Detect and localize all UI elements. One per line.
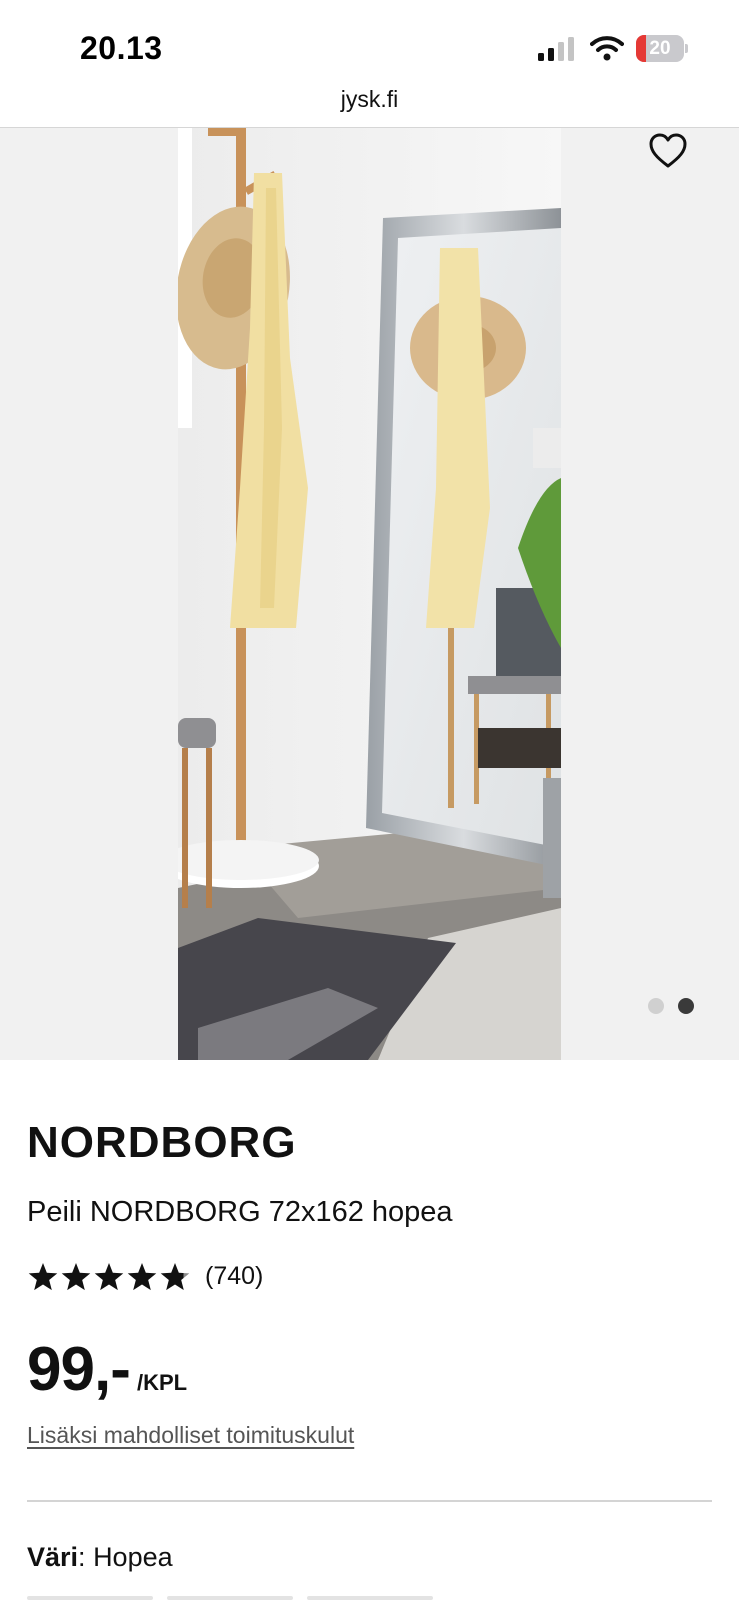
status-time: 20.13	[80, 30, 163, 66]
star-icon	[127, 1263, 157, 1291]
shipping-costs-link[interactable]: Lisäksi mahdolliset toimituskulut	[27, 1422, 354, 1449]
battery-level: 20	[649, 38, 671, 59]
star-icon	[28, 1263, 58, 1291]
color-value: Hopea	[93, 1542, 173, 1572]
price-unit: /KPL	[137, 1370, 188, 1395]
star-icon	[61, 1263, 91, 1291]
color-swatch[interactable]	[27, 1596, 153, 1600]
address-bar[interactable]: jysk.fi	[0, 84, 739, 128]
color-swatch[interactable]	[307, 1596, 433, 1600]
star-icon	[160, 1263, 190, 1291]
product-brand: NORDBORG	[27, 1118, 297, 1167]
product-gallery[interactable]	[0, 128, 739, 1060]
color-separator: :	[78, 1542, 94, 1572]
gallery-dot-1[interactable]	[648, 998, 664, 1014]
cellular-signal-icon	[538, 37, 574, 61]
url-text: jysk.fi	[340, 86, 399, 112]
rating-count[interactable]: (740)	[205, 1262, 263, 1291]
rating-stars	[28, 1263, 190, 1291]
gallery-pagination	[648, 998, 696, 1016]
divider	[27, 1500, 712, 1502]
battery-icon: 20	[636, 35, 688, 62]
product-name: Peili NORDBORG 72x162 hopea	[27, 1196, 453, 1228]
status-bar: 20.13 20	[0, 0, 739, 84]
color-selection-label: Väri: Hopea	[27, 1542, 173, 1573]
product-image[interactable]	[178, 128, 561, 1060]
wifi-icon	[590, 36, 624, 61]
star-icon	[94, 1263, 124, 1291]
product-price: 99,-	[27, 1335, 131, 1404]
color-label: Väri	[27, 1542, 79, 1572]
gallery-dot-2-active[interactable]	[678, 998, 694, 1014]
color-swatches	[27, 1596, 467, 1600]
color-swatch[interactable]	[167, 1596, 293, 1600]
favorite-heart-icon[interactable]	[648, 132, 688, 170]
